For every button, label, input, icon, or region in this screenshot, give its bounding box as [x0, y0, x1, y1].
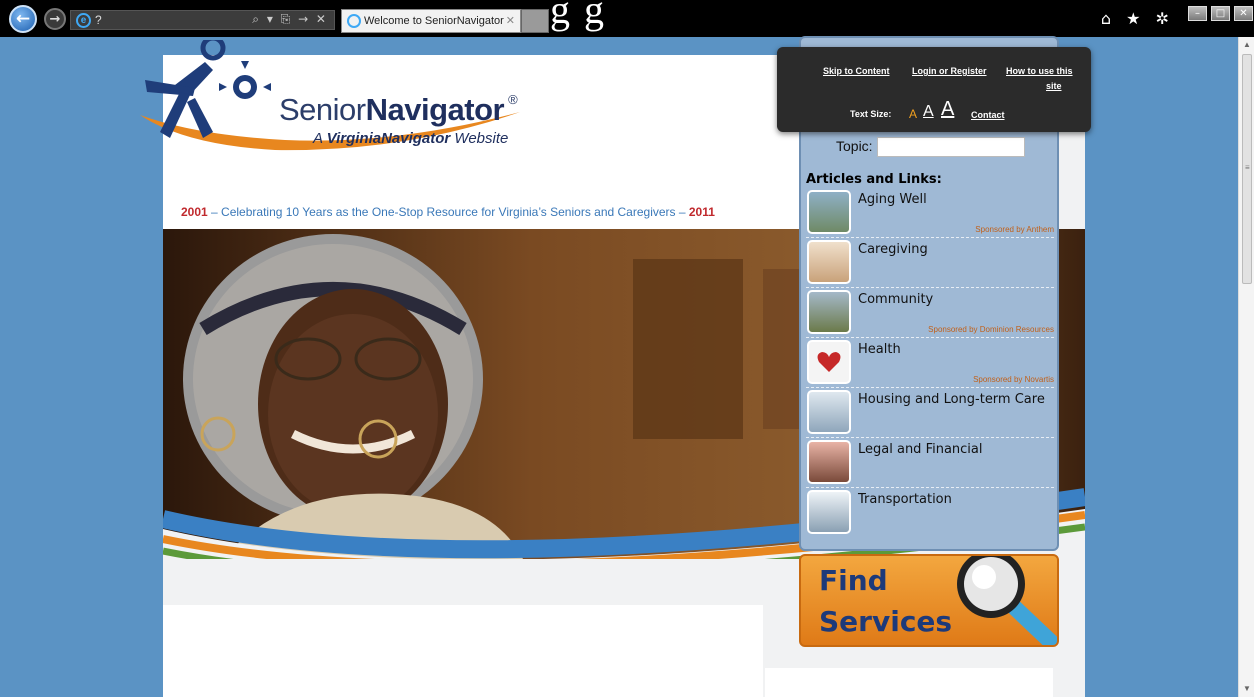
sidebar-item-label: Community [858, 292, 934, 307]
heart-icon [817, 352, 841, 372]
address-tools-icons[interactable]: ⌕ ▾ ⎘ → ✕ [252, 12, 328, 27]
tab-title: Welcome to SeniorNavigator [364, 15, 504, 27]
logo-subtitle: A VirginiaNavigator Website [313, 130, 509, 147]
sidebar-item-transportation[interactable]: Transportation [806, 488, 1054, 538]
login-register-link[interactable]: Login or Register [912, 66, 987, 76]
sidebar-item-health[interactable]: Health Sponsored by Novartis [806, 338, 1054, 388]
sponsor-text: Sponsored by Novartis [973, 375, 1054, 384]
address-bar[interactable]: e ? ⌕ ▾ ⎘ → ✕ [70, 10, 335, 30]
senior-navigator-logo[interactable]: SeniorNavigator ® A VirginiaNavigator Web… [135, 40, 525, 160]
magnifying-glass-icon [957, 556, 1057, 645]
topic-label: Topic: [836, 138, 873, 154]
community-thumbnail [807, 290, 851, 334]
aging-well-thumbnail [807, 190, 851, 234]
find-services-line2: Services [819, 605, 953, 638]
sidebar-item-caregiving[interactable]: Caregiving [806, 238, 1054, 288]
text-size-medium-button[interactable]: A [923, 103, 934, 121]
text-size-large-button[interactable]: A [941, 98, 954, 121]
vertical-scrollbar[interactable]: ▲ ≡ ▼ [1238, 37, 1254, 697]
text-size-small-button[interactable]: A [909, 107, 917, 121]
find-services-button[interactable]: Find Services [799, 554, 1059, 647]
bus-thumbnail [807, 490, 851, 534]
forward-button[interactable]: → [44, 8, 66, 30]
new-tab-button[interactable] [521, 9, 549, 33]
skip-to-content-link[interactable]: Skip to Content [823, 66, 890, 76]
how-to-use-link-line2[interactable]: site [1046, 81, 1062, 91]
scroll-thumb[interactable]: ≡ [1242, 54, 1252, 284]
sponsor-text: Sponsored by Anthem [975, 225, 1054, 234]
sidebar-item-label: Transportation [858, 492, 952, 507]
topic-search-input[interactable] [877, 137, 1025, 157]
tab-close-icon[interactable]: ✕ [506, 14, 515, 27]
health-heart-stethoscope-thumbnail [807, 340, 851, 384]
how-to-use-link[interactable]: How to use this [1006, 66, 1073, 76]
utility-bar: Skip to Content Login or Register How to… [777, 47, 1091, 132]
logo-title: SeniorNavigator ® [279, 92, 518, 127]
ie-logo-icon: e [76, 13, 91, 28]
sidebar-item-label: Health [858, 342, 901, 357]
home-favorites-tools-icons[interactable]: ⌂ ★ ✲ [1101, 9, 1174, 28]
grip-icon: ≡ [1245, 163, 1250, 172]
page-title-ghost: g g [550, 0, 606, 32]
find-services-line1: Find [819, 564, 888, 597]
anniversary-tagline: 2001 – Celebrating 10 Years as the One-S… [181, 205, 715, 219]
sidebar-item-housing[interactable]: Housing and Long-term Care [806, 388, 1054, 438]
piggy-bank-thumbnail [807, 440, 851, 484]
scroll-down-arrow-icon[interactable]: ▼ [1239, 681, 1254, 697]
back-button[interactable]: ← [9, 5, 37, 33]
sidebar-item-label: Caregiving [858, 242, 928, 257]
content-panel [163, 605, 763, 697]
scroll-up-arrow-icon[interactable]: ▲ [1239, 37, 1254, 53]
caregiving-thumbnail [807, 240, 851, 284]
sidebar-item-legal-financial[interactable]: Legal and Financial [806, 438, 1054, 488]
ie-tab-icon [347, 14, 361, 28]
sidebar-item-community[interactable]: Community Sponsored by Dominion Resource… [806, 288, 1054, 338]
sponsor-text: Sponsored by Dominion Resources [928, 325, 1054, 334]
housing-keys-thumbnail [807, 390, 851, 434]
sidebar-item-label: Aging Well [858, 192, 927, 207]
maximize-window-button[interactable]: □ [1211, 6, 1230, 21]
sidebar-item-aging-well[interactable]: Aging Well Sponsored by Anthem [806, 188, 1054, 238]
content-panel-right [765, 668, 1053, 697]
sidebar-item-label: Housing and Long-term Care [858, 392, 1045, 407]
minimize-window-button[interactable]: – [1188, 6, 1207, 21]
contact-link[interactable]: Contact [971, 110, 1005, 120]
articles-heading: Articles and Links: [806, 172, 942, 187]
close-window-button[interactable]: ✕ [1234, 6, 1253, 21]
text-size-label: Text Size: [850, 109, 892, 119]
sidebar-item-label: Legal and Financial [858, 442, 983, 457]
tab-senior-navigator[interactable]: Welcome to SeniorNavigator ✕ [341, 9, 521, 33]
browser-toolbar: ← → e ? ⌕ ▾ ⎘ → ✕ Welcome to SeniorNavig… [0, 0, 1254, 37]
address-text: ? [95, 13, 102, 27]
